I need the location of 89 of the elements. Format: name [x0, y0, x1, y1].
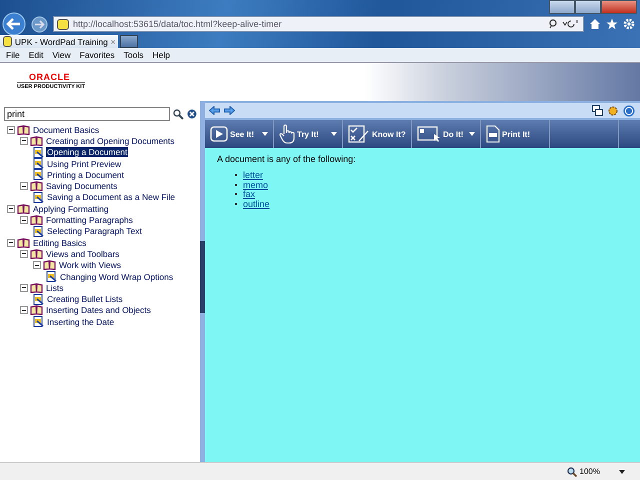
document-icon [33, 169, 44, 180]
clear-icon[interactable] [187, 109, 197, 119]
zoom-icon[interactable] [566, 466, 577, 476]
star-icon[interactable] [606, 18, 618, 30]
mode-button[interactable]: Do It! [412, 120, 481, 148]
mode-button[interactable]: Know It? [343, 120, 412, 148]
tree-item[interactable]: Opening a Document [46, 147, 128, 158]
collapse-icon[interactable] [20, 306, 28, 314]
document-icon [33, 294, 44, 305]
menu-item[interactable]: File [6, 50, 20, 60]
tree-item[interactable]: Saving a Document as a New File [46, 192, 176, 202]
tree-item[interactable]: Views and Toolbars [45, 248, 120, 259]
menu-item[interactable]: View [52, 50, 71, 60]
tree-item[interactable]: Work with Views [58, 260, 122, 270]
collapse-icon[interactable] [33, 261, 41, 270]
zoom-level[interactable]: 100% [580, 467, 600, 476]
book-icon [30, 305, 43, 316]
book-icon [43, 260, 56, 270]
book-icon [30, 215, 43, 226]
content-link[interactable]: fax [243, 189, 256, 200]
content-link[interactable]: memo [243, 180, 268, 190]
collapse-icon[interactable] [7, 204, 15, 213]
tree-item[interactable]: Changing Word Wrap Options [59, 272, 174, 282]
close-button[interactable] [601, 0, 637, 14]
book-icon [17, 124, 30, 135]
book-icon [30, 282, 43, 293]
book-icon [30, 181, 43, 192]
book-icon [17, 204, 30, 214]
document-icon [33, 192, 44, 203]
checklist-icon [348, 125, 370, 143]
collapse-icon[interactable] [7, 238, 15, 247]
intro-text: A document is any of the following: [217, 154, 357, 164]
tree-item[interactable]: Lists [45, 282, 64, 293]
document-icon [33, 226, 44, 237]
document-icon [33, 146, 44, 158]
collapse-icon[interactable] [20, 250, 28, 258]
hand-pointer-icon [279, 124, 295, 144]
collapse-icon[interactable] [20, 284, 28, 292]
back-arrow-icon[interactable] [209, 106, 220, 115]
menu-item[interactable]: Help [152, 50, 170, 60]
tree-item[interactable]: Formatting Paragraphs [45, 215, 134, 226]
collapse-icon[interactable] [20, 182, 28, 190]
tree-item[interactable]: Selecting Paragraph Text [46, 226, 143, 236]
minimize-button[interactable] [549, 0, 575, 14]
tree-item[interactable]: Inserting Dates and Objects [45, 305, 152, 316]
splitter-handle[interactable] [200, 240, 205, 312]
forward-arrow-icon[interactable] [224, 106, 235, 115]
document-icon [486, 125, 500, 143]
menu-item[interactable]: Edit [28, 50, 44, 60]
tree-item[interactable]: Editing Basics [32, 238, 88, 248]
oracle-logo: ORACLE [29, 72, 70, 82]
window-cursor-icon [417, 126, 441, 142]
search-field[interactable]: print [4, 107, 170, 121]
tree-item[interactable]: Printing a Document [46, 170, 126, 180]
tree-item[interactable]: Using Print Preview [46, 158, 122, 169]
forward-button[interactable] [31, 16, 48, 32]
content-link[interactable]: outline [243, 198, 270, 209]
mode-button[interactable]: Print It! [481, 120, 550, 148]
mode-button[interactable]: Try It! [274, 120, 343, 148]
settings-icon[interactable] [623, 18, 635, 30]
menu-item[interactable]: Tools [124, 50, 144, 60]
new-tab-button[interactable] [120, 35, 138, 48]
back-button[interactable] [2, 12, 26, 36]
document-icon [33, 158, 44, 170]
address-bar[interactable]: http://localhost:53615/data/toc.html?keep-alive-timer [53, 16, 584, 32]
document-icon [46, 271, 57, 282]
content-link[interactable]: letter [243, 170, 264, 180]
restore-button[interactable] [575, 0, 601, 14]
dropdown-arrow-icon[interactable] [619, 470, 625, 474]
book-icon [30, 248, 43, 259]
book-icon [30, 136, 43, 146]
tree-item[interactable]: Inserting the Date [46, 316, 116, 327]
tree-item[interactable]: Saving Documents [45, 181, 118, 192]
windows-icon[interactable] [592, 105, 603, 116]
mode-button[interactable]: See It! [205, 120, 274, 148]
collapse-icon[interactable] [20, 216, 28, 224]
collapse-icon[interactable] [20, 136, 28, 145]
browser-tab[interactable]: UPK - WordPad Training [0, 35, 118, 48]
book-icon [17, 238, 30, 248]
play-icon [210, 126, 228, 142]
tree-item[interactable]: Creating and Opening Documents [45, 136, 176, 146]
tree-item[interactable]: Document Basics [32, 124, 100, 135]
home-icon[interactable] [589, 18, 601, 30]
close-tab-icon[interactable] [110, 38, 115, 44]
tree-item[interactable]: Applying Formatting [32, 204, 110, 214]
collapse-icon[interactable] [7, 126, 15, 134]
menu-item[interactable]: Favorites [80, 50, 115, 60]
tree-item[interactable]: Creating Bullet Lists [46, 294, 124, 304]
document-icon [33, 316, 44, 328]
